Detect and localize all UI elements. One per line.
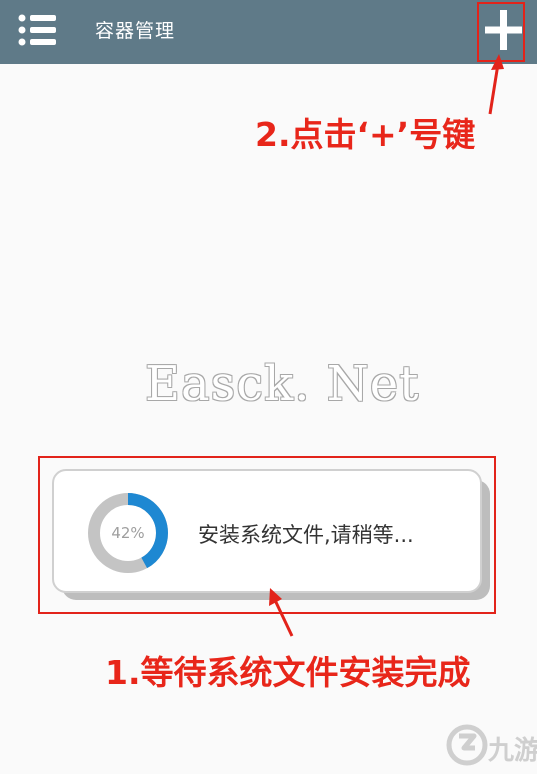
annotation-arrow-up-icon xyxy=(488,54,504,115)
annotation-step-1: 1.等待系统文件安装完成 xyxy=(105,653,471,692)
site-logo: 九游 xyxy=(444,718,537,772)
dialog-message: 安装系统文件,请稍等... xyxy=(198,523,414,547)
logo-text: 九游 xyxy=(488,736,537,766)
annotation-arrow-up-icon xyxy=(269,588,294,637)
logo-icon xyxy=(446,724,488,766)
app-bar: 容器管理 xyxy=(0,0,537,64)
watermark: Easck. Net xyxy=(145,356,420,412)
install-progress-dialog: 42% 安装系统文件,请稍等... xyxy=(52,469,482,593)
progress-percent: 42% xyxy=(111,524,145,542)
page-title: 容器管理 xyxy=(95,20,176,42)
menu-icon[interactable] xyxy=(18,12,58,48)
annotation-step-2: 2.点击‘+’号键 xyxy=(255,115,476,154)
